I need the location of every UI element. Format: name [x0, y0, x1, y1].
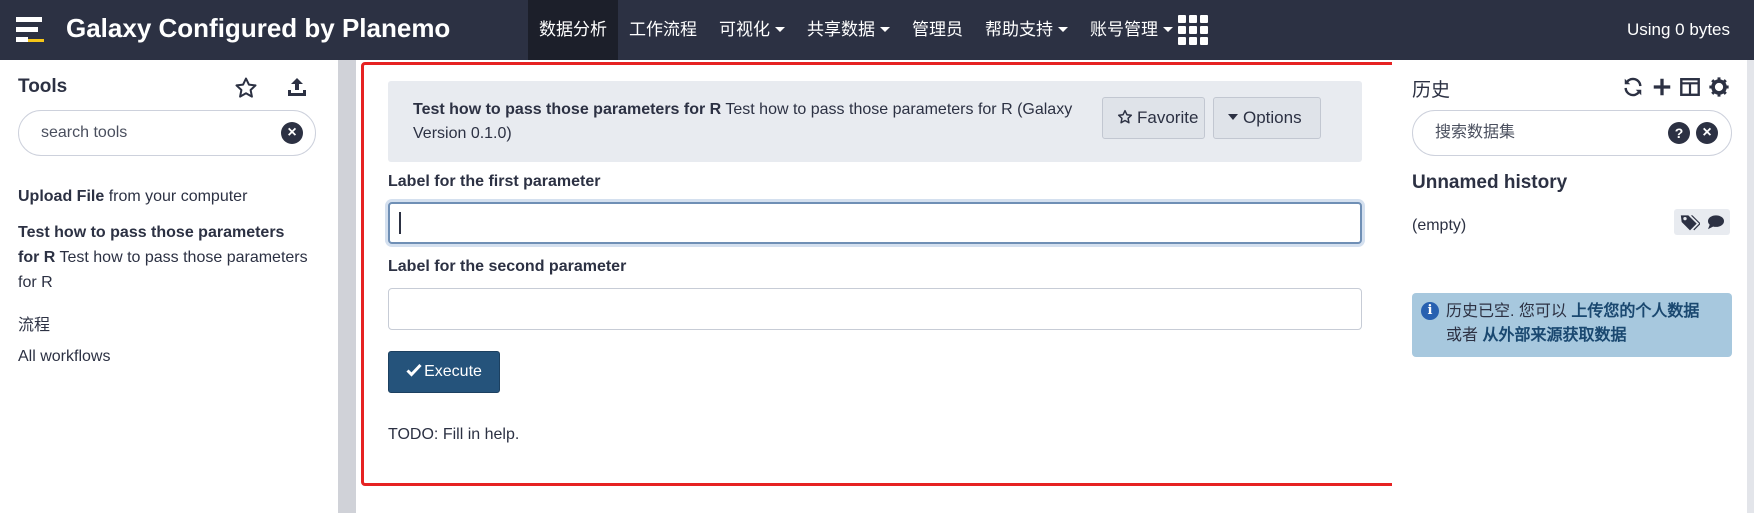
main-nav: 数据分析 工作流程 可视化 共享数据 管理员 帮助支持 账号管理: [528, 0, 1184, 60]
history-search-box: ? ×: [1412, 110, 1732, 156]
param1-input[interactable]: [388, 202, 1362, 244]
favorite-button[interactable]: Favorite: [1102, 97, 1205, 139]
nav-user[interactable]: 账号管理: [1079, 0, 1184, 60]
execute-label: Execute: [424, 363, 482, 380]
param2-label: Label for the second parameter: [388, 258, 627, 275]
star-outline-icon: [1117, 109, 1133, 124]
history-size: (empty): [1412, 217, 1467, 234]
nav-label: 账号管理: [1090, 20, 1158, 39]
nav-visualize[interactable]: 可视化: [708, 0, 796, 60]
tool-test-parameters[interactable]: Test how to pass those parameters for R …: [18, 220, 308, 295]
get-external-data-link[interactable]: 从外部来源获取数据: [1482, 327, 1626, 344]
tags-icon[interactable]: [1680, 213, 1700, 231]
clear-search-icon[interactable]: ×: [281, 122, 303, 144]
param2-input[interactable]: [388, 288, 1362, 330]
tool-search-input[interactable]: [39, 123, 273, 143]
tool-form-header: Test how to pass those parameters for R …: [388, 81, 1362, 162]
nav-workflow[interactable]: 工作流程: [618, 0, 708, 60]
history-tags[interactable]: [1674, 209, 1730, 235]
tool-help-text: TODO: Fill in help.: [388, 426, 520, 443]
param1-label: Label for the first parameter: [388, 173, 601, 190]
nav-label: 共享数据: [807, 20, 875, 39]
history-search-input[interactable]: [1433, 123, 1637, 143]
tool-panel-title: Tools: [18, 76, 68, 97]
info-prefix: 历史已空. 您可以: [1446, 303, 1572, 320]
tool-form-name: Test how to pass those parameters for R: [413, 101, 722, 118]
nav-shared-data[interactable]: 共享数据: [796, 0, 901, 60]
upload-icon[interactable]: [285, 75, 309, 99]
info-circle-icon: i: [1421, 302, 1439, 320]
apps-grid-icon[interactable]: [1178, 15, 1208, 45]
tool-form-title: Test how to pass those parameters for R …: [413, 98, 1103, 146]
quota-usage[interactable]: Using 0 bytes: [1627, 20, 1730, 40]
nav-admin[interactable]: 管理员: [901, 0, 974, 60]
execute-button[interactable]: Execute: [388, 351, 500, 393]
tool-name: Upload File: [18, 188, 105, 205]
nav-label: 数据分析: [539, 20, 607, 39]
options-label: Options: [1243, 108, 1302, 127]
nav-label: 帮助支持: [985, 20, 1053, 39]
page-scrollbar[interactable]: [1747, 60, 1754, 513]
options-button[interactable]: Options: [1213, 97, 1321, 139]
tool-description: Test how to pass those parameters for R: [18, 249, 308, 291]
favorite-label: Favorite: [1137, 108, 1199, 127]
comment-icon[interactable]: [1707, 214, 1725, 230]
tool-upload-file[interactable]: Upload File from your computer: [18, 184, 308, 209]
plus-icon[interactable]: [1651, 76, 1673, 98]
galaxy-logo-icon[interactable]: [14, 14, 46, 46]
all-workflows-link[interactable]: All workflows: [18, 344, 308, 369]
scrollbar-thumb[interactable]: [338, 60, 356, 513]
nav-label: 工作流程: [629, 20, 697, 39]
tool-search-box: ×: [18, 110, 316, 156]
tool-description: from your computer: [108, 188, 248, 205]
gear-icon[interactable]: [1708, 76, 1730, 98]
upload-data-link[interactable]: 上传您的个人数据: [1571, 303, 1699, 320]
empty-history-message: i 历史已空. 您可以 上传您的个人数据 或者 从外部来源获取数据: [1412, 293, 1732, 357]
history-name[interactable]: Unnamed history: [1412, 172, 1567, 194]
nav-help[interactable]: 帮助支持: [974, 0, 1079, 60]
star-icon[interactable]: [234, 76, 258, 100]
check-icon: [406, 363, 422, 377]
clear-search-icon[interactable]: ×: [1696, 122, 1718, 144]
masthead: Galaxy Configured by Planemo 数据分析 工作流程 可…: [0, 0, 1754, 60]
workflows-heading: 流程: [18, 317, 51, 334]
help-icon[interactable]: ?: [1668, 122, 1690, 144]
columns-icon[interactable]: [1679, 76, 1701, 98]
nav-label: 管理员: [912, 20, 963, 39]
history-panel-title: 历史: [1412, 80, 1451, 101]
nav-label: 可视化: [719, 20, 770, 39]
nav-analyze[interactable]: 数据分析: [528, 0, 618, 60]
caret-down-icon: [1228, 114, 1238, 120]
refresh-icon[interactable]: [1622, 76, 1644, 98]
brand-title[interactable]: Galaxy Configured by Planemo: [66, 13, 450, 44]
text-cursor: [399, 212, 401, 234]
info-or: 或者: [1446, 327, 1483, 344]
panel-scrollbar[interactable]: [338, 60, 356, 513]
